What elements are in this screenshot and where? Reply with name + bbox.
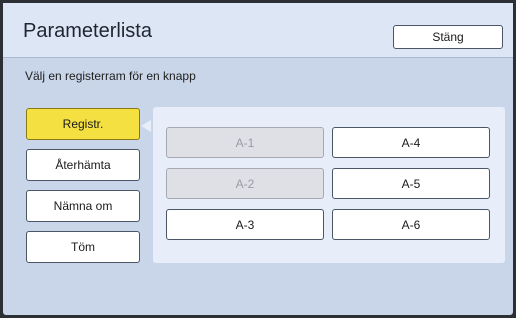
dialog-header: Parameterlista Stäng — [3, 3, 513, 58]
close-button[interactable]: Stäng — [393, 25, 503, 49]
slot-button-a4[interactable]: A-4 — [332, 127, 490, 158]
clear-button[interactable]: Töm — [26, 231, 140, 263]
slot-button-a5[interactable]: A-5 — [332, 168, 490, 199]
dialog-title: Parameterlista — [23, 20, 152, 42]
rename-button[interactable]: Nämna om — [26, 190, 140, 222]
register-button[interactable]: Registr. — [26, 108, 140, 140]
slot-button-a2: A-2 — [166, 168, 324, 199]
active-pointer-arrow — [141, 120, 151, 132]
slot-button-a3[interactable]: A-3 — [166, 209, 324, 240]
parameter-list-dialog: Parameterlista Stäng Välj en registerram… — [3, 3, 513, 315]
recall-button[interactable]: Återhämta — [26, 149, 140, 181]
slot-button-a1: A-1 — [166, 127, 324, 158]
instruction-text: Välj en registerram för en knapp — [25, 69, 196, 83]
slot-button-a6[interactable]: A-6 — [332, 209, 490, 240]
